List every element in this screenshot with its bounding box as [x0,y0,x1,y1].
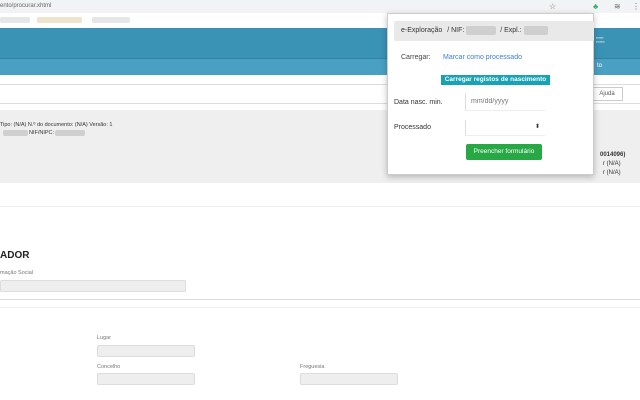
concelho-label: Concelho [97,364,121,370]
extensions-puzzle-icon[interactable]: ≋ [614,2,621,11]
bookmark[interactable] [37,17,82,23]
divider [0,307,640,308]
star-icon[interactable]: ☆ [549,2,556,11]
date-label: Data nasc. min. [394,99,443,106]
carregar-label: Carregar: [401,54,431,61]
processed-label: Processado [394,124,431,131]
mark-processed-link[interactable]: Marcar como processado [443,54,522,61]
processed-select[interactable]: ⬍ [465,120,545,136]
address-bar[interactable]: ento/procurar.xhtml ☆ ♣ ≋ ⋮ [0,0,640,13]
help-button[interactable]: Ajuda [591,87,623,101]
concelho-input[interactable] [97,373,195,385]
extension-popup: e-Exploração / NIF: / Expl.: Carregar: M… [387,13,594,175]
redacted-nif [466,25,497,35]
expl-label: / Expl.: [500,27,522,34]
redacted-expl [523,25,548,35]
info-value: r (N/A) [603,161,621,167]
divider [0,299,640,300]
redacted-value [55,130,85,136]
nav-item[interactable]: to [597,63,602,69]
info-value: 0014096) [600,152,626,158]
section-title: ADOR [0,250,30,261]
redacted-value [3,130,28,136]
nif-label: NIF/NIPC: [29,130,55,136]
url-text[interactable]: ento/procurar.xhtml [0,3,51,9]
document-info-line: Tipo: (N/A) N.º do documento: (N/A) Vers… [0,122,113,128]
breadcrumb-root: e-Exploração [401,27,443,34]
nif-label: / NIF: [447,27,465,34]
bookmark[interactable] [0,17,30,23]
popup-breadcrumb: e-Exploração / NIF: / Expl.: [394,21,594,41]
load-births-button[interactable]: Carregar registos de nascimento [441,75,550,85]
info-value: r (N/A) [603,170,621,176]
menu-icon[interactable]: ⋮ [632,2,640,11]
lugar-input[interactable] [97,345,195,357]
site-logo: ▪▪▪▪▪▪ ▪▪▪▪▪▪▪ [596,36,605,44]
select-arrows-icon: ⬍ [534,124,540,130]
divider [0,206,640,207]
fill-form-button[interactable]: Preencher formulário [466,144,542,160]
freguesia-input[interactable] [300,373,398,385]
min-birth-date-input[interactable] [465,93,545,111]
bookmark[interactable] [92,17,130,23]
social-label: mação Social [0,270,34,276]
freguesia-label: Freguesia [300,364,325,370]
social-input[interactable] [0,280,186,292]
extension-icon[interactable]: ♣ [593,2,598,11]
lugar-label: Lugar [97,335,112,341]
